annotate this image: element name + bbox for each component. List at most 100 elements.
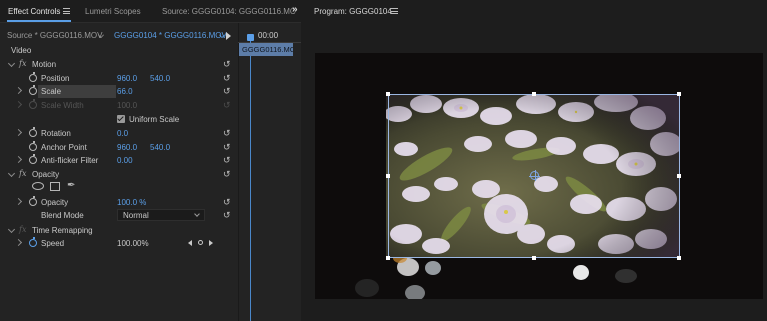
time-remapping-label: Time Remapping (32, 226, 93, 235)
stopwatch-icon[interactable] (29, 127, 37, 137)
stopwatch-icon[interactable] (29, 196, 37, 206)
position-row: Position 960.0 540.0 ↺ (0, 72, 238, 85)
transform-handle[interactable] (677, 256, 681, 260)
rotation-row: Rotation 0.0 ↺ (0, 127, 238, 140)
blend-mode-label: Blend Mode (41, 211, 84, 220)
opacity-value[interactable]: 100.0 % (117, 198, 146, 207)
opacity-effect-row[interactable]: fx Opacity ↺ (0, 168, 238, 181)
background-bokeh (355, 279, 379, 297)
fx-icon: fx (19, 225, 27, 234)
blend-mode-row: Blend Mode Normal ↺ (0, 209, 238, 222)
anti-flicker-value[interactable]: 0.00 (117, 156, 133, 165)
playhead-handle[interactable] (247, 34, 254, 41)
previous-keyframe-icon[interactable] (188, 240, 192, 246)
scale-value[interactable]: 66.0 (117, 87, 133, 96)
anchor-point-label: Anchor Point (41, 143, 87, 152)
transform-handle[interactable] (677, 174, 681, 178)
reset-icon[interactable]: ↺ (223, 197, 231, 208)
uniform-scale-row: Uniform Scale (0, 113, 238, 126)
hamburger-menu-icon[interactable] (63, 8, 70, 14)
anti-flicker-label: Anti-flicker Filter (41, 156, 99, 165)
speed-value[interactable]: 100.00% (117, 239, 149, 248)
expand-icon[interactable] (14, 197, 23, 206)
effect-timeline[interactable] (238, 23, 301, 321)
chevron-down-icon (194, 211, 200, 217)
background-bokeh (615, 269, 637, 283)
stopwatch-icon[interactable] (29, 154, 37, 164)
expand-icon[interactable] (14, 86, 23, 95)
reset-icon[interactable]: ↺ (223, 73, 231, 84)
position-x-value[interactable]: 960.0 (117, 74, 137, 83)
scale-width-row: Scale Width 100.0 ↺ (0, 99, 238, 112)
transform-handle[interactable] (677, 92, 681, 96)
pen-mask-icon[interactable]: ✒ (67, 180, 75, 191)
ellipse-mask-icon[interactable] (32, 182, 44, 190)
blend-mode-dropdown[interactable]: Normal (117, 209, 205, 221)
effect-controls-panel: Effect Controls Lumetri Scopes Source: G… (0, 0, 301, 321)
add-keyframe-icon[interactable] (198, 240, 203, 245)
expand-icon (14, 100, 23, 109)
position-label: Position (41, 74, 70, 83)
opacity-label: Opacity (41, 198, 69, 207)
background-bokeh (425, 261, 441, 275)
timeline-clip[interactable]: GGGG0116.MO (239, 43, 293, 56)
expand-icon[interactable] (7, 225, 16, 234)
background-bokeh (573, 265, 589, 280)
scale-width-label: Scale Width (41, 101, 84, 110)
fx-icon[interactable]: fx (19, 59, 26, 68)
stopwatch-icon[interactable] (29, 72, 37, 82)
reset-icon[interactable]: ↺ (223, 128, 231, 139)
uniform-scale-checkbox[interactable] (117, 115, 125, 123)
opacity-section-label: Opacity (32, 170, 60, 179)
source-bar: Source * GGGG0116.MOV GGGG0104 * GGGG011… (0, 29, 238, 43)
transform-handle[interactable] (532, 92, 536, 96)
blend-mode-value: Normal (123, 211, 149, 220)
tab-source[interactable]: Source: GGGG0104: GGGG0116.MC (162, 7, 296, 16)
tab-effect-controls[interactable]: Effect Controls (8, 7, 60, 16)
transform-handle[interactable] (532, 256, 536, 260)
panel-tab-bar: Effect Controls Lumetri Scopes Source: G… (0, 0, 301, 23)
expand-icon[interactable] (14, 155, 23, 164)
program-title[interactable]: Program: GGGG0104 (314, 7, 392, 16)
stopwatch-icon[interactable] (29, 237, 37, 247)
anti-flicker-row: Anti-flicker Filter 0.00 ↺ (0, 154, 238, 167)
expand-icon[interactable] (7, 169, 16, 178)
timeline-timecode: 00:00 (258, 31, 279, 40)
stopwatch-icon[interactable] (29, 85, 37, 95)
play-icon[interactable] (226, 32, 231, 40)
sequence-clip-selector[interactable]: GGGG0104 * GGGG0116.MOV (114, 31, 227, 40)
anchor-x-value[interactable]: 960.0 (117, 143, 137, 152)
rotation-value[interactable]: 0.0 (117, 129, 128, 138)
fx-icon[interactable]: fx (19, 169, 26, 178)
next-keyframe-icon[interactable] (209, 240, 213, 246)
opacity-row: Opacity 100.0 % ↺ (0, 196, 238, 209)
reset-icon[interactable]: ↺ (223, 59, 231, 70)
time-remapping-row[interactable]: fx Time Remapping (0, 224, 238, 237)
scale-row: Scale 66.0 ↺ (0, 85, 238, 98)
tab-lumetri-scopes[interactable]: Lumetri Scopes (85, 7, 141, 16)
section-video-label: Video (11, 46, 32, 55)
reset-icon[interactable]: ↺ (223, 169, 231, 180)
speed-row: Speed 100.00% (0, 237, 238, 250)
panel-overflow-icon[interactable]: » (292, 4, 298, 15)
stopwatch-icon[interactable] (29, 141, 37, 151)
anchor-y-value[interactable]: 540.0 (150, 143, 170, 152)
scale-width-value: 100.0 (117, 101, 138, 110)
motion-effect-row[interactable]: fx Motion ↺ (0, 58, 238, 71)
hamburger-menu-icon[interactable] (391, 8, 398, 14)
source-clip-selector[interactable]: Source * GGGG0116.MOV (7, 31, 102, 40)
reset-icon[interactable]: ↺ (223, 210, 231, 221)
reset-icon[interactable]: ↺ (223, 142, 231, 153)
expand-icon[interactable] (7, 59, 16, 68)
transform-handle[interactable] (386, 174, 390, 178)
reset-icon[interactable]: ↺ (223, 86, 231, 97)
expand-icon[interactable] (14, 238, 23, 247)
expand-icon[interactable] (14, 128, 23, 137)
position-y-value[interactable]: 540.0 (150, 74, 170, 83)
transform-handle[interactable] (386, 92, 390, 96)
reset-icon[interactable]: ↺ (223, 155, 231, 166)
anchor-point-icon[interactable] (529, 170, 540, 181)
rectangle-mask-icon[interactable] (50, 182, 60, 191)
transform-handle[interactable] (386, 256, 390, 260)
mask-tools-row: ✒ (0, 180, 238, 194)
